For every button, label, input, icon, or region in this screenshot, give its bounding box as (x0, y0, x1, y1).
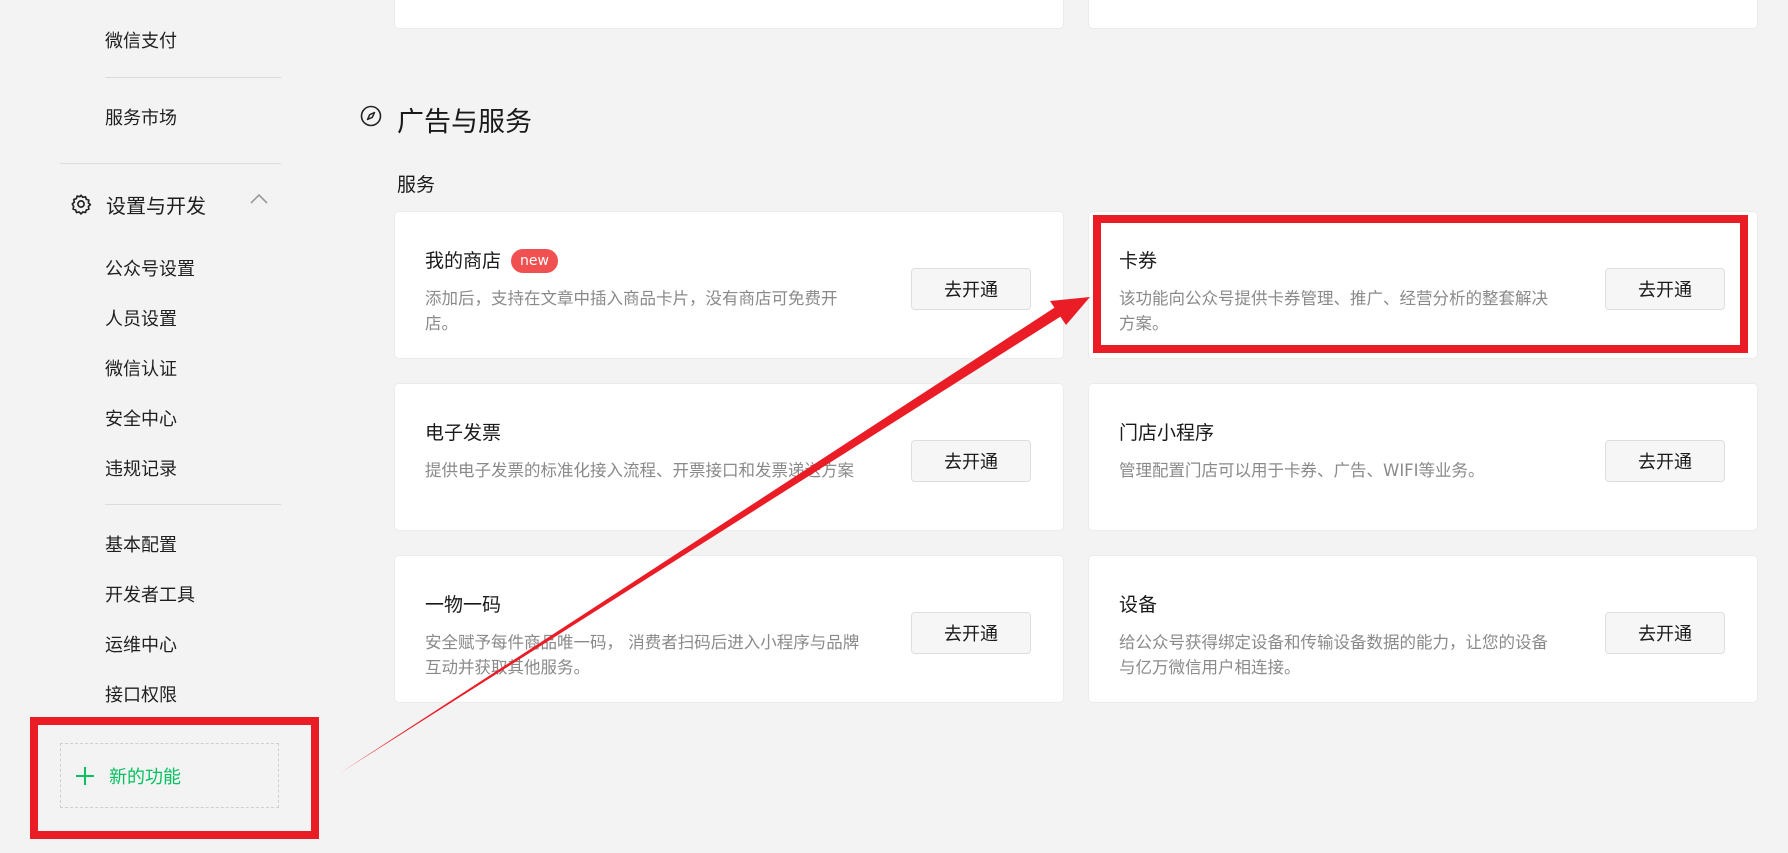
sidebar-item-wechat-verify[interactable]: 微信认证 (105, 355, 177, 381)
sidebar-item-dev-tools[interactable]: 开发者工具 (105, 581, 195, 607)
chevron-up-icon[interactable] (249, 192, 269, 206)
sidebar-item-ops-center[interactable]: 运维中心 (105, 631, 177, 657)
sidebar-group-title: 设置与开发 (106, 193, 206, 218)
new-function-button[interactable]: 新的功能 (60, 743, 279, 808)
plus-icon (76, 766, 94, 785)
activate-button[interactable]: 去开通 (911, 612, 1031, 654)
sidebar-item-violations[interactable]: 违规记录 (105, 455, 177, 481)
card-description: 安全赋予每件商品唯一码， 消费者扫码后进入小程序与品牌互动并获取其他服务。 (425, 633, 860, 677)
sidebar-item-security[interactable]: 安全中心 (105, 405, 177, 431)
activate-button[interactable]: 去开通 (911, 440, 1031, 482)
card-description: 该功能向公众号提供卡券管理、推广、经营分析的整套解决方案。 (1119, 289, 1548, 333)
card-title: 我的商店 (425, 250, 502, 272)
card-description: 添加后，支持在文章中插入商品卡片，没有商店可免费开店。 (425, 289, 838, 333)
card-title-wrap: 我的商店 new (425, 246, 558, 273)
divider (60, 163, 281, 164)
compass-icon (360, 105, 382, 127)
card-partial (1089, 0, 1757, 28)
sidebar-item-api-permissions[interactable]: 接口权限 (105, 681, 177, 707)
sidebar-item-account-settings[interactable]: 公众号设置 (105, 255, 195, 281)
card-title: 门店小程序 (1119, 422, 1215, 444)
service-card-device: 设备 给公众号获得绑定设备和传输设备数据的能力，让您的设备与亿万微信用户相连接。… (1089, 556, 1757, 702)
sidebar-item-basic-config[interactable]: 基本配置 (105, 531, 177, 557)
activate-button[interactable]: 去开通 (911, 268, 1031, 310)
service-card-e-invoice: 电子发票 提供电子发票的标准化接入流程、开票接口和发票递送方案 去开通 (395, 384, 1063, 530)
gear-icon (71, 194, 92, 215)
sidebar-item-service-market[interactable]: 服务市场 (105, 104, 177, 130)
divider (105, 77, 281, 78)
sidebar-item-staff-settings[interactable]: 人员设置 (105, 305, 177, 331)
service-card-one-item-one-code: 一物一码 安全赋予每件商品唯一码， 消费者扫码后进入小程序与品牌互动并获取其他服… (395, 556, 1063, 702)
card-description: 给公众号获得绑定设备和传输设备数据的能力，让您的设备与亿万微信用户相连接。 (1119, 633, 1548, 677)
sidebar-item-wechat-pay[interactable]: 微信支付 (105, 27, 177, 53)
activate-button[interactable]: 去开通 (1605, 612, 1725, 654)
service-card-store-miniprogram: 门店小程序 管理配置门店可以用于卡券、广告、WIFI等业务。 去开通 (1089, 384, 1757, 530)
card-title: 电子发票 (425, 422, 502, 444)
service-card-my-store: 我的商店 new 添加后，支持在文章中插入商品卡片，没有商店可免费开店。 去开通 (395, 212, 1063, 358)
activate-button[interactable]: 去开通 (1605, 268, 1725, 310)
sidebar: 微信支付 服务市场 设置与开发 公众号设置 人员设置 微信认证 安全中心 违规记… (0, 0, 320, 853)
new-badge: new (511, 249, 558, 273)
activate-button[interactable]: 去开通 (1605, 440, 1725, 482)
divider (105, 504, 281, 505)
card-title: 一物一码 (425, 594, 502, 616)
card-description: 提供电子发票的标准化接入流程、开票接口和发票递送方案 (425, 461, 854, 480)
card-title: 设备 (1119, 594, 1158, 616)
card-description: 管理配置门店可以用于卡券、广告、WIFI等业务。 (1119, 461, 1485, 480)
service-card-coupons: 卡券 该功能向公众号提供卡券管理、推广、经营分析的整套解决方案。 去开通 (1089, 212, 1757, 358)
section-title: 广告与服务 (397, 107, 532, 138)
sidebar-group-settings-dev[interactable]: 设置与开发 (70, 189, 206, 219)
new-function-label: 新的功能 (109, 766, 181, 788)
card-partial (395, 0, 1063, 28)
card-title: 卡券 (1119, 250, 1158, 272)
sub-section-title: 服务 (397, 174, 436, 196)
